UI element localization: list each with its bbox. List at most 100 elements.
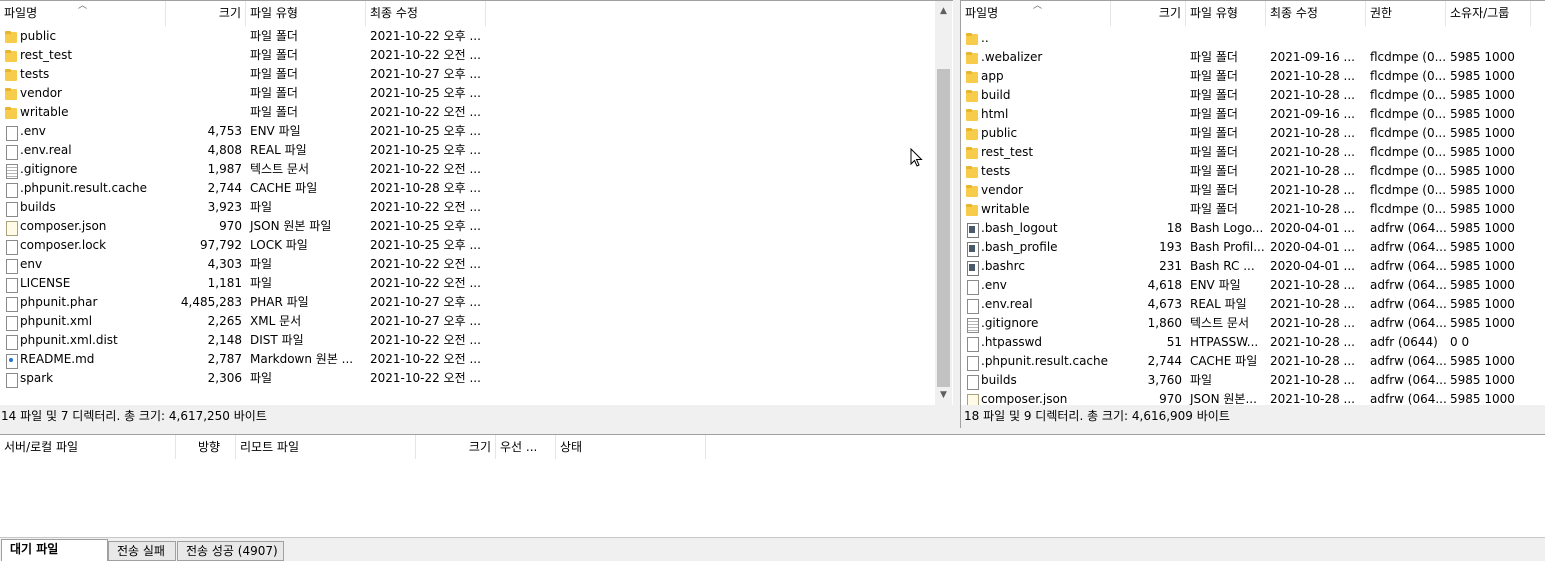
local-file-list[interactable]: 파일명 크기 파일 유형 최종 수정 ︿ public 파일 폴더 2021-10-…	[0, 0, 953, 405]
remote-cell-name: .gitignore	[961, 314, 1111, 333]
tab-successful-transfers[interactable]: 전송 성공 (4907)	[177, 541, 284, 561]
local-cell-name: writable	[0, 103, 166, 122]
remote-cell-size	[1111, 200, 1186, 219]
queue-col-status[interactable]: 상태	[556, 435, 706, 459]
pane-splitter-vertical[interactable]	[953, 0, 960, 428]
remote-cell-type: JSON 원본...	[1190, 392, 1257, 405]
local-row[interactable]: phpunit.xml.dist 2,148 DIST 파일 2021-10-22 오…	[0, 331, 486, 350]
queue-col-size[interactable]: 크기	[416, 435, 496, 459]
transfer-queue[interactable]: 서버/로컬 파일 방향 리모트 파일 크기 우선 ... 상태	[0, 434, 1545, 537]
local-cell-size	[166, 84, 246, 103]
remote-row[interactable]: tests 파일 폴더 2021-10-28 ... flcdmpe (0... 598…	[961, 162, 1531, 181]
remote-cell-type: Bash Profil...	[1190, 240, 1265, 254]
json-icon	[965, 393, 979, 405]
local-row[interactable]: writable 파일 폴더 2021-10-22 오전 ...	[0, 103, 486, 122]
tab-queued-files[interactable]: 대기 파일	[1, 539, 108, 561]
remote-row[interactable]: .bashrc 231 Bash RC ... 2020-04-01 ... adfrw…	[961, 257, 1531, 276]
remote-file-name: writable	[981, 202, 1030, 216]
local-file-name: LICENSE	[20, 276, 71, 290]
remote-row[interactable]: .bash_logout 18 Bash Logo... 2020-04-01 ...…	[961, 219, 1531, 238]
queue-col-priority[interactable]: 우선 ...	[496, 435, 556, 459]
remote-cell-perm: adfrw (064...	[1370, 392, 1446, 405]
folder-icon	[965, 108, 979, 122]
local-col-type[interactable]: 파일 유형	[246, 1, 366, 26]
local-row[interactable]: composer.lock 97,792 LOCK 파일 2021-10-25 오후 …	[0, 236, 486, 255]
remote-row[interactable]: .gitignore 1,860 텍스트 문서 2021-10-28 ... adfrw…	[961, 314, 1531, 333]
queue-col-remote-file[interactable]: 리모트 파일	[236, 435, 416, 459]
remote-row[interactable]: build 파일 폴더 2021-10-28 ... flcdmpe (0... 598…	[961, 86, 1531, 105]
remote-row[interactable]: .htpasswd 51 HTPASSW... 2021-10-28 ... adfr …	[961, 333, 1531, 352]
script-icon	[965, 222, 979, 238]
local-cell-size: 4,808	[207, 143, 242, 157]
remote-cell-modified: 2021-10-28 ...	[1270, 392, 1355, 405]
local-row[interactable]: env 4,303 파일 2021-10-22 오전 ...	[0, 255, 486, 274]
local-col-size[interactable]: 크기	[166, 1, 246, 26]
remote-cell-size	[1111, 67, 1186, 86]
remote-col-modified[interactable]: 최종 수정	[1266, 1, 1366, 26]
local-cell-name: env	[0, 255, 166, 274]
remote-col-size[interactable]: 크기	[1111, 1, 1186, 26]
queue-col-direction[interactable]: 방향	[176, 435, 236, 459]
local-file-name: writable	[20, 105, 69, 119]
remote-row[interactable]: composer.json 970 JSON 원본... 2021-10-28 ...…	[961, 390, 1531, 405]
remote-row[interactable]: app 파일 폴더 2021-10-28 ... flcdmpe (0... 5985 …	[961, 67, 1531, 86]
local-row[interactable]: public 파일 폴더 2021-10-22 오후 ...	[0, 27, 486, 46]
remote-cell-owner: 5985 1000	[1450, 202, 1515, 216]
remote-row[interactable]: .bash_profile 193 Bash Profil... 2020-04-01…	[961, 238, 1531, 257]
local-file-name: rest_test	[20, 48, 73, 62]
local-row[interactable]: .gitignore 1,987 텍스트 문서 2021-10-22 오전 ...	[0, 160, 486, 179]
remote-row[interactable]: ..	[961, 29, 1531, 48]
local-scrollbar[interactable]: ▲ ▼	[935, 1, 952, 405]
local-file-name: env	[20, 257, 43, 271]
remote-cell-modified: 2020-04-01 ...	[1270, 240, 1355, 254]
local-row[interactable]: .env.real 4,808 REAL 파일 2021-10-25 오후 ...	[0, 141, 486, 160]
local-cell-modified: 2021-10-22 오전 ...	[370, 352, 481, 366]
local-row[interactable]: vendor 파일 폴더 2021-10-25 오후 ...	[0, 84, 486, 103]
local-row[interactable]: phpunit.phar 4,485,283 PHAR 파일 2021-10-27 오…	[0, 293, 486, 312]
scrollbar-thumb[interactable]	[937, 69, 950, 387]
local-row[interactable]: spark 2,306 파일 2021-10-22 오전 ...	[0, 369, 486, 388]
local-row[interactable]: builds 3,923 파일 2021-10-22 오전 ...	[0, 198, 486, 217]
remote-cell-type: CACHE 파일	[1190, 354, 1258, 368]
remote-file-list[interactable]: 파일명 크기 파일 유형 최종 수정 권한 소유자/그룹 ︿ .. .webali…	[960, 0, 1545, 405]
local-row[interactable]: tests 파일 폴더 2021-10-27 오후 ...	[0, 65, 486, 84]
local-row[interactable]: composer.json 970 JSON 원본 파일 2021-10-25 오후 …	[0, 217, 486, 236]
local-cell-size: 3,923	[207, 200, 242, 214]
local-col-modified[interactable]: 최종 수정	[366, 1, 486, 26]
local-cell-type: LOCK 파일	[250, 238, 308, 252]
text-icon	[965, 317, 979, 333]
remote-cell-type: ENV 파일	[1190, 278, 1241, 292]
remote-col-permissions[interactable]: 권한	[1366, 1, 1446, 26]
remote-row[interactable]: .webalizer 파일 폴더 2021-09-16 ... flcdmpe (0.…	[961, 48, 1531, 67]
sort-asc-icon: ︿	[1033, 1, 1043, 11]
remote-row[interactable]: public 파일 폴더 2021-10-28 ... flcdmpe (0... 59…	[961, 124, 1531, 143]
remote-row[interactable]: rest_test 파일 폴더 2021-10-28 ... flcdmpe (0..…	[961, 143, 1531, 162]
scroll-down-icon[interactable]: ▼	[935, 387, 952, 404]
remote-row[interactable]: vendor 파일 폴더 2021-10-28 ... flcdmpe (0... 59…	[961, 181, 1531, 200]
local-row[interactable]: rest_test 파일 폴더 2021-10-22 오전 ...	[0, 46, 486, 65]
remote-cell-modified: 2021-10-28 ...	[1270, 354, 1355, 368]
remote-row[interactable]: .env 4,618 ENV 파일 2021-10-28 ... adfrw (064.…	[961, 276, 1531, 295]
local-row[interactable]: README.md 2,787 Markdown 원본 ... 2021-10-22 …	[0, 350, 486, 369]
remote-cell-owner: 5985 1000	[1450, 259, 1515, 273]
tab-failed-transfers[interactable]: 전송 실패	[108, 541, 176, 561]
local-row[interactable]: .env 4,753 ENV 파일 2021-10-25 오후 ...	[0, 122, 486, 141]
queue-col-local-file[interactable]: 서버/로컬 파일	[0, 435, 176, 459]
local-cell-modified: 2021-10-22 오전 ...	[370, 48, 481, 62]
remote-cell-name: .bash_profile	[961, 238, 1111, 257]
local-row[interactable]: LICENSE 1,181 파일 2021-10-22 오전 ...	[0, 274, 486, 293]
remote-file-name: .phpunit.result.cache	[981, 354, 1109, 368]
remote-row[interactable]: html 파일 폴더 2021-09-16 ... flcdmpe (0... 5985…	[961, 105, 1531, 124]
remote-row[interactable]: .phpunit.result.cache 2,744 CACHE 파일 2021-1…	[961, 352, 1531, 371]
remote-cell-size	[1111, 143, 1186, 162]
remote-row[interactable]: .env.real 4,673 REAL 파일 2021-10-28 ... adfrw…	[961, 295, 1531, 314]
remote-cell-owner: 5985 1000	[1450, 297, 1515, 311]
remote-col-owner[interactable]: 소유자/그룹	[1446, 1, 1531, 26]
local-row[interactable]: phpunit.xml 2,265 XML 문서 2021-10-27 오후 ...	[0, 312, 486, 331]
remote-col-type[interactable]: 파일 유형	[1186, 1, 1266, 26]
remote-row[interactable]: writable 파일 폴더 2021-10-28 ... flcdmpe (0...…	[961, 200, 1531, 219]
local-row[interactable]: .phpunit.result.cache 2,744 CACHE 파일 2021-1…	[0, 179, 486, 198]
remote-row[interactable]: builds 3,760 파일 2021-10-28 ... adfrw (064...…	[961, 371, 1531, 390]
scroll-up-icon[interactable]: ▲	[935, 3, 952, 20]
remote-cell-perm: adfrw (064...	[1370, 297, 1446, 311]
